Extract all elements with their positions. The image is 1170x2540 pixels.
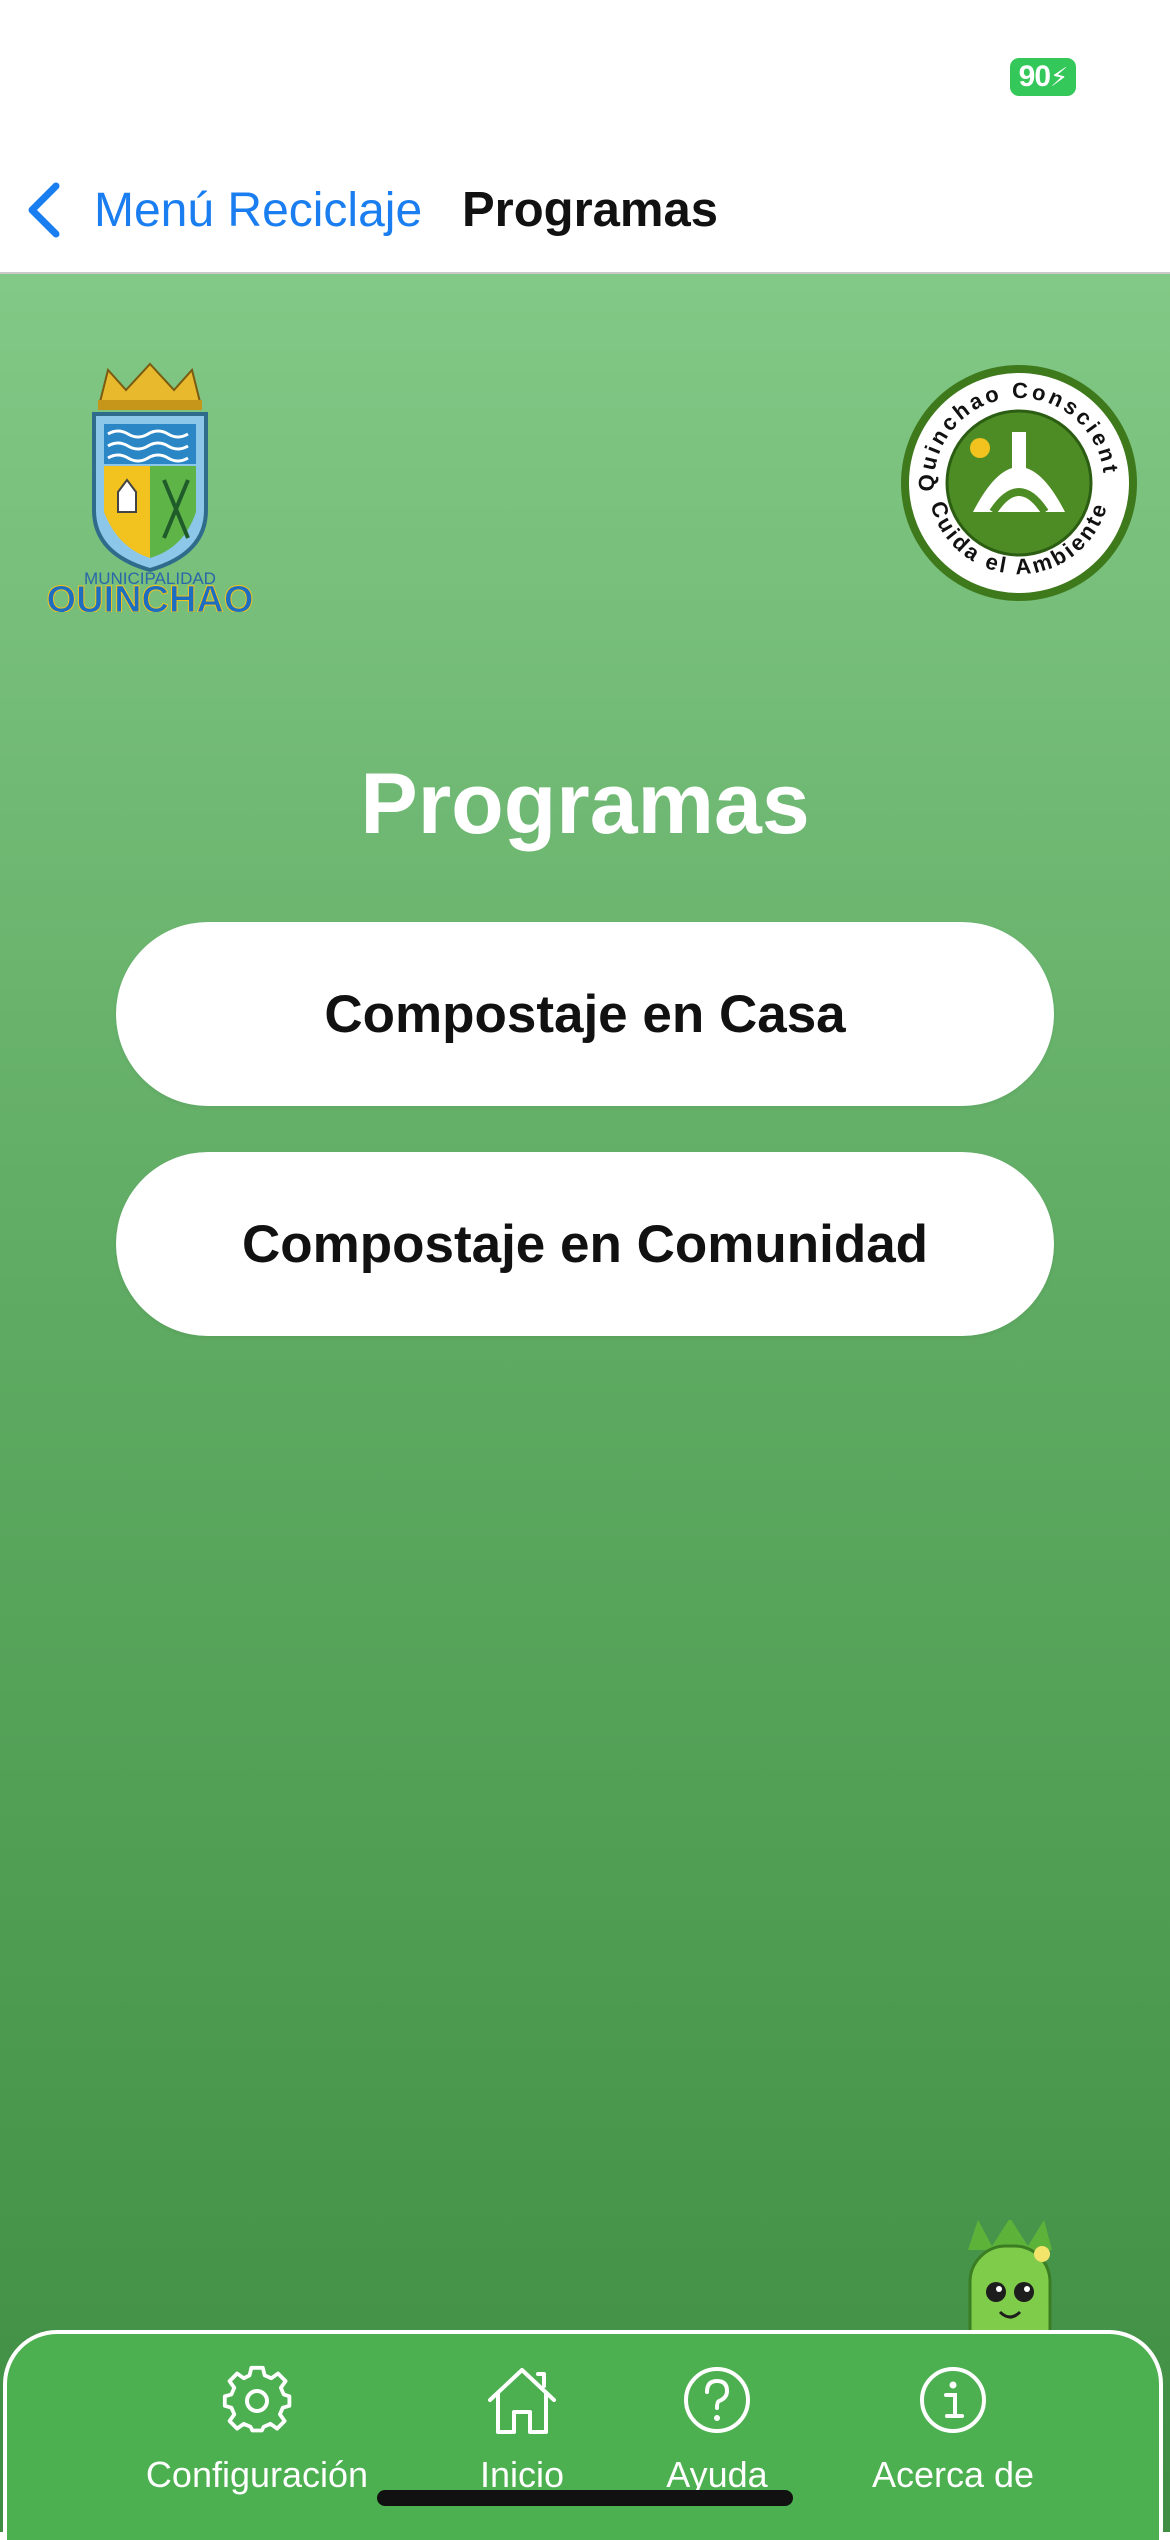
info-icon	[920, 2367, 986, 2433]
nav-title: Programas	[462, 183, 719, 237]
page-heading: Programas	[360, 756, 810, 852]
home-icon	[488, 2368, 556, 2434]
compostaje-casa-button[interactable]: Compostaje en Casa	[116, 922, 1054, 1106]
back-button[interactable]: Menú Reciclaje	[22, 170, 422, 250]
battery-indicator: 90⚡	[1010, 58, 1076, 96]
chevron-left-icon	[28, 182, 60, 238]
tab-configuracion-label: Configuración	[145, 2454, 369, 2495]
municipality-logo-line2: QUINCHAO	[47, 579, 254, 612]
battery-level: 90	[1018, 60, 1051, 93]
quinchao-consciente-logo: Quinchao Consciente Cuida el Ambiente	[898, 362, 1137, 601]
home-indicator[interactable]	[377, 2490, 793, 2506]
municipality-logo: MUNICIPALIDAD QUINCHAO	[46, 362, 254, 612]
tab-bar: Configuración Inicio Ayuda Acerca de	[3, 2330, 1163, 2540]
navigation-bar: Menú Reciclaje Programas	[0, 150, 1170, 274]
compostaje-comunidad-button[interactable]: Compostaje en Comunidad	[116, 1152, 1054, 1336]
status-bar: 90⚡	[0, 0, 1170, 150]
main-content: MUNICIPALIDAD QUINCHAO Quinchao Conscien…	[0, 274, 1170, 2532]
gear-icon	[222, 2365, 292, 2433]
help-icon	[684, 2367, 750, 2433]
tab-acerca-de[interactable]: Acerca de	[813, 2364, 1093, 2524]
tab-acerca-de-label: Acerca de	[871, 2454, 1035, 2495]
back-label: Menú Reciclaje	[94, 183, 423, 237]
tab-configuracion[interactable]: Configuración	[117, 2364, 397, 2524]
charging-bolt-icon: ⚡	[1050, 62, 1068, 92]
